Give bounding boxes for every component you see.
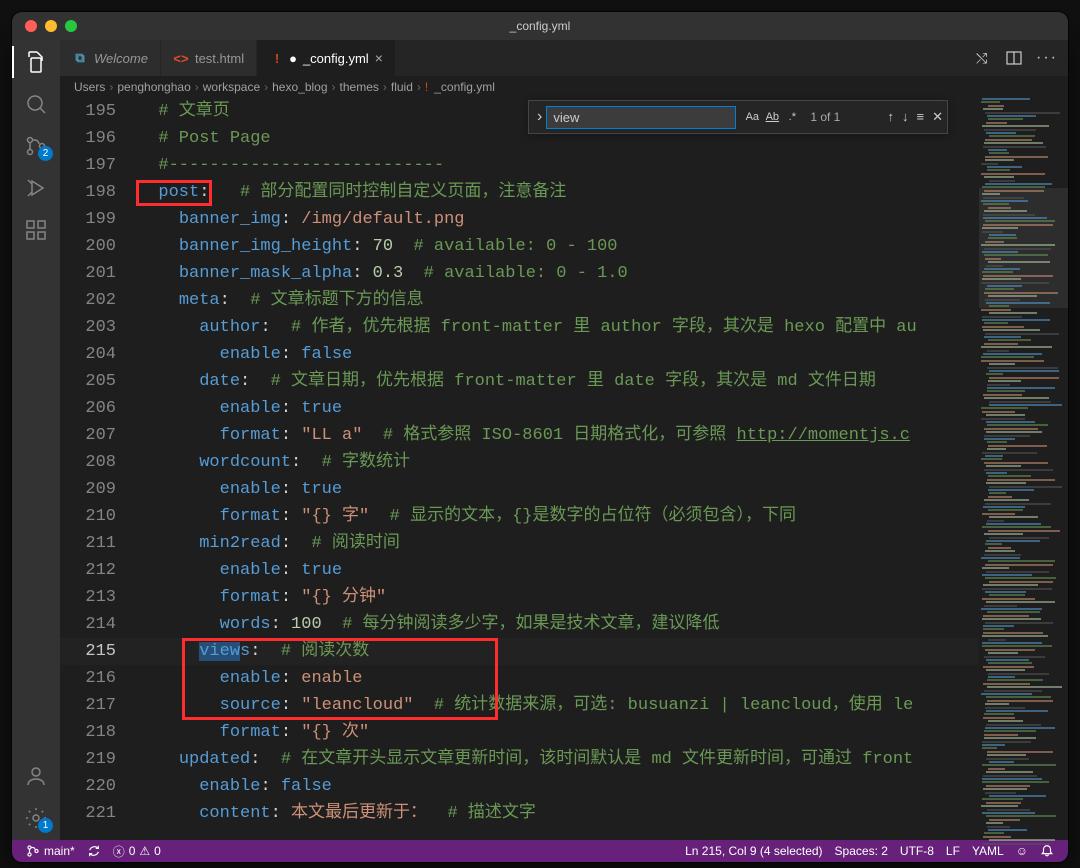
yaml-icon: ! (425, 80, 428, 94)
code-line[interactable]: 207 format: "LL a" # 格式参照 ISO-8601 日期格式化… (60, 422, 978, 449)
code-line[interactable]: 206 enable: true (60, 395, 978, 422)
code-line[interactable]: 198 post: # 部分配置同时控制自定义页面，注意备注 (60, 179, 978, 206)
code-line[interactable]: 208 wordcount: # 字数统计 (60, 449, 978, 476)
breadcrumb-segment[interactable]: Users (74, 80, 105, 94)
prev-match-icon[interactable]: ↑ (888, 109, 895, 125)
find-count: 1 of 1 (810, 110, 840, 124)
close-tab-icon[interactable]: × (375, 50, 383, 66)
minimize-window-button[interactable] (45, 20, 57, 32)
code-line[interactable]: 197 #--------------------------- (60, 152, 978, 179)
explorer-icon[interactable] (24, 50, 48, 74)
code-line[interactable]: 204 enable: false (60, 341, 978, 368)
warning-icon: ⚠ (139, 844, 150, 858)
code-line[interactable]: 215 views: # 阅读次数 (60, 638, 978, 665)
find-widget: › Aa Ab .* 1 of 1 ↑ ↓ ≡ ✕ (528, 100, 948, 134)
scm-badge: 2 (38, 146, 53, 161)
match-word-icon[interactable]: Ab (762, 107, 782, 127)
error-icon: ⓧ (113, 843, 125, 860)
html-icon: <> (173, 50, 189, 66)
sync-icon[interactable] (81, 844, 107, 858)
accounts-icon[interactable] (24, 764, 48, 788)
language-mode[interactable]: YAML (966, 844, 1010, 858)
breadcrumb-segment[interactable]: _config.yml (434, 80, 495, 94)
breadcrumb-segment[interactable]: penghonghao (117, 80, 190, 94)
tab-config-yml[interactable]: ! ● _config.yml × (257, 40, 396, 76)
tab-test-html[interactable]: <> test.html (161, 40, 257, 76)
code-line[interactable]: 214 words: 100 # 每分钟阅读多少字，如果是技术文章，建议降低 (60, 611, 978, 638)
editor-group: ⧉ Welcome <> test.html ! ● _config.yml ×… (60, 40, 1068, 840)
search-icon[interactable] (24, 92, 48, 116)
minimap[interactable] (978, 98, 1068, 840)
settings-icon[interactable]: 1 (24, 806, 48, 830)
activity-bar: 2 1 (12, 40, 60, 840)
breadcrumb-segment[interactable]: themes (340, 80, 379, 94)
match-case-icon[interactable]: Aa (742, 107, 762, 127)
indent[interactable]: Spaces: 2 (829, 844, 894, 858)
close-find-icon[interactable]: ✕ (932, 109, 943, 125)
maximize-window-button[interactable] (65, 20, 77, 32)
source-control-icon[interactable]: 2 (24, 134, 48, 158)
encoding[interactable]: UTF-8 (894, 844, 940, 858)
code-line[interactable]: 202 meta: # 文章标题下方的信息 (60, 287, 978, 314)
branch-icon (26, 844, 40, 858)
next-match-icon[interactable]: ↓ (902, 109, 909, 125)
tab-label: _config.yml (303, 51, 369, 66)
toggle-replace-icon[interactable]: › (533, 108, 546, 126)
code-line[interactable]: 216 enable: enable (60, 665, 978, 692)
window-title: _config.yml (12, 19, 1068, 33)
code-line[interactable]: 199 banner_img: /img/default.png (60, 206, 978, 233)
code-line[interactable]: 200 banner_img_height: 70 # available: 0… (60, 233, 978, 260)
yaml-icon: ! (269, 50, 285, 66)
notifications-icon[interactable] (1034, 844, 1060, 858)
code-line[interactable]: 219 updated: # 在文章开头显示文章更新时间，该时间默认是 md 文… (60, 746, 978, 773)
code-line[interactable]: 209 enable: true (60, 476, 978, 503)
code-line[interactable]: 220 enable: false (60, 773, 978, 800)
code-line[interactable]: 218 format: "{} 次" (60, 719, 978, 746)
code-line[interactable]: 213 format: "{} 分钟" (60, 584, 978, 611)
code-line[interactable]: 210 format: "{} 字" # 显示的文本，{}是数字的占位符（必须包… (60, 503, 978, 530)
tab-welcome[interactable]: ⧉ Welcome (60, 40, 161, 76)
eol[interactable]: LF (940, 844, 966, 858)
split-editor-icon[interactable] (1006, 50, 1022, 66)
problems[interactable]: ⓧ0 ⚠0 (107, 843, 167, 860)
close-window-button[interactable] (25, 20, 37, 32)
code-line[interactable]: 221 content: 本文最后更新于： # 描述文字 (60, 800, 978, 827)
titlebar: _config.yml (12, 12, 1068, 40)
breadcrumb-segment[interactable]: hexo_blog (272, 80, 327, 94)
breadcrumb-segment[interactable]: workspace (203, 80, 260, 94)
code-line[interactable]: 201 banner_mask_alpha: 0.3 # available: … (60, 260, 978, 287)
code-editor[interactable]: 195 # 文章页196 # Post Page197 #-----------… (60, 98, 978, 840)
code-line[interactable]: 211 min2read: # 阅读时间 (60, 530, 978, 557)
compare-icon[interactable]: ⤭ (976, 50, 992, 66)
feedback-icon[interactable]: ☺ (1010, 844, 1034, 858)
tab-label: Welcome (94, 51, 148, 66)
run-debug-icon[interactable] (24, 176, 48, 200)
breadcrumb-segment[interactable]: fluid (391, 80, 413, 94)
regex-icon[interactable]: .* (782, 107, 802, 127)
breadcrumb[interactable]: Users›penghonghao›workspace›hexo_blog›th… (60, 76, 1068, 98)
tab-label: test.html (195, 51, 244, 66)
tab-bar: ⧉ Welcome <> test.html ! ● _config.yml ×… (60, 40, 1068, 76)
vscode-icon: ⧉ (72, 50, 88, 66)
git-branch[interactable]: main* (20, 844, 81, 858)
extensions-icon[interactable] (24, 218, 48, 242)
find-in-selection-icon[interactable]: ≡ (917, 109, 925, 125)
more-actions-icon[interactable]: ··· (1036, 49, 1058, 67)
settings-badge: 1 (38, 818, 53, 833)
cursor-position[interactable]: Ln 215, Col 9 (4 selected) (679, 844, 828, 858)
code-line[interactable]: 217 source: "leancloud" # 统计数据来源，可选: bus… (60, 692, 978, 719)
code-line[interactable]: 203 author: # 作者，优先根据 front-matter 里 aut… (60, 314, 978, 341)
status-bar: main* ⓧ0 ⚠0 Ln 215, Col 9 (4 selected) S… (12, 840, 1068, 862)
code-line[interactable]: 212 enable: true (60, 557, 978, 584)
code-line[interactable]: 205 date: # 文章日期，优先根据 front-matter 里 dat… (60, 368, 978, 395)
find-input[interactable] (546, 106, 736, 129)
